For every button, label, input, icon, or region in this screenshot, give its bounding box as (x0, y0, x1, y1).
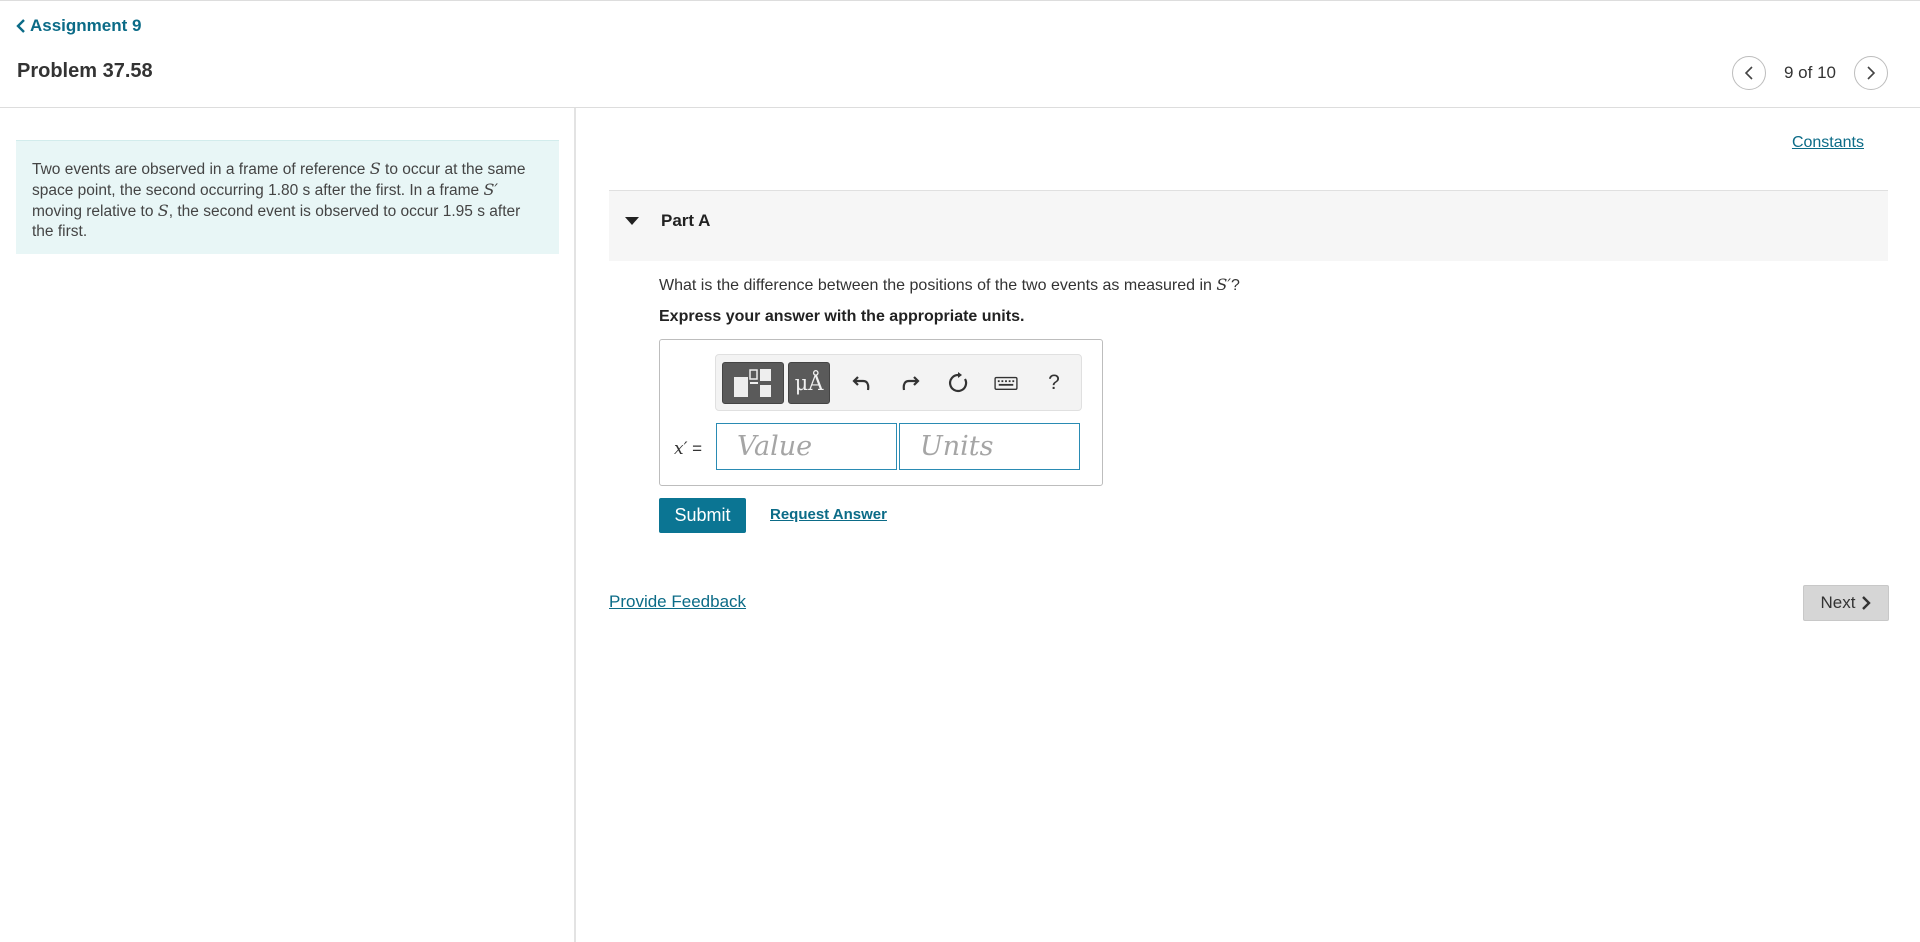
request-answer-link[interactable]: Request Answer (770, 506, 887, 523)
back-to-assignment-link[interactable]: Assignment 9 (16, 16, 141, 36)
units-input[interactable] (899, 423, 1080, 470)
problem-pager: 9 of 10 (1732, 56, 1888, 90)
reset-icon (949, 371, 968, 392)
answer-variable: x′ (674, 439, 688, 459)
submit-button[interactable]: Submit (659, 498, 746, 533)
chevron-left-icon (16, 19, 25, 33)
part-a-header[interactable]: Part A (609, 190, 1888, 261)
equals-sign: = (687, 439, 703, 458)
keyboard-icon (994, 376, 1018, 390)
problem-introduction: Two events are observed in a frame of re… (16, 140, 559, 254)
answer-box: μÅ ? x′ = (659, 339, 1103, 486)
column-divider (574, 108, 576, 942)
question-text: What is the difference between the posit… (659, 275, 1240, 295)
pager-position: 9 of 10 (1784, 63, 1836, 82)
answer-variable-label: x′ = (674, 439, 702, 459)
answer-instruction: Express your answer with the appropriate… (659, 308, 1025, 325)
top-border (0, 0, 1920, 1)
back-link-label: Assignment 9 (30, 16, 142, 35)
next-button-label: Next (1820, 593, 1856, 612)
question-symbol: S′ (1216, 275, 1231, 294)
provide-feedback-link[interactable]: Provide Feedback (609, 592, 746, 612)
math-toolbar: μÅ ? (715, 354, 1082, 411)
part-title: Part A (661, 211, 711, 230)
units-palette-button[interactable]: μÅ (788, 361, 830, 404)
templates-button[interactable] (722, 361, 784, 404)
keyboard-button[interactable] (982, 362, 1030, 404)
chevron-left-icon (1744, 66, 1753, 80)
intro-text: Two events are observed in a frame of re… (32, 161, 370, 178)
header-divider (0, 107, 1920, 108)
intro-symbol-s: S (369, 159, 381, 178)
reset-button[interactable] (934, 362, 982, 404)
intro-symbol-s-prime: S′ (483, 180, 499, 199)
intro-text: moving relative to (32, 203, 158, 220)
constants-link[interactable]: Constants (1792, 134, 1864, 152)
templates-icon (734, 368, 771, 397)
caret-down-icon (625, 217, 639, 225)
value-input[interactable] (716, 423, 897, 470)
redo-icon (902, 375, 920, 390)
question-mark: ? (1230, 277, 1240, 294)
undo-icon (852, 375, 870, 390)
help-button[interactable]: ? (1030, 362, 1078, 404)
question-text-main: What is the difference between the posit… (659, 277, 1217, 294)
chevron-right-icon (1867, 66, 1876, 80)
previous-problem-button[interactable] (1732, 56, 1766, 90)
intro-symbol-s: S (157, 201, 169, 220)
redo-button[interactable] (886, 362, 934, 404)
next-problem-button[interactable] (1854, 56, 1888, 90)
chevron-right-icon (1862, 596, 1872, 610)
problem-title: Problem 37.58 (17, 60, 153, 82)
next-button[interactable]: Next (1803, 585, 1889, 621)
undo-button[interactable] (838, 362, 886, 404)
